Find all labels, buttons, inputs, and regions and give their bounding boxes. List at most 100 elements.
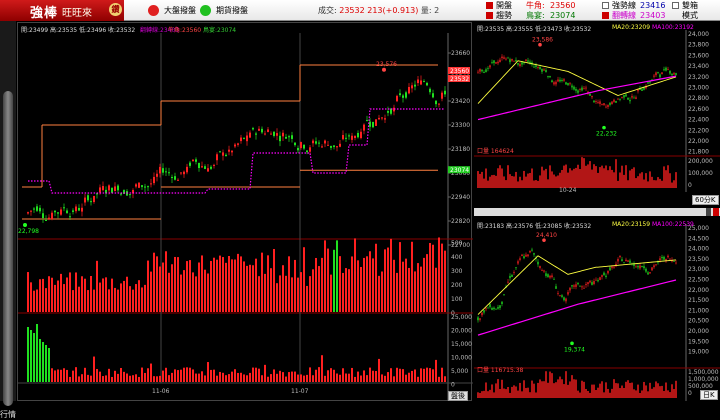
price-tick-label: 21,800 [688, 149, 709, 156]
after-hours-button[interactable]: 盤後 [448, 391, 468, 401]
volume2-bar [333, 369, 335, 382]
candle-body [501, 301, 503, 305]
volume2-bar [252, 367, 254, 382]
candle-body [545, 70, 547, 72]
volume-bar [581, 380, 583, 398]
volume2-bar [249, 372, 251, 382]
volume-bar [66, 277, 68, 312]
candle-body [591, 282, 593, 285]
market-panel-button[interactable]: 大盤撥盤 [148, 3, 196, 18]
strong-line-value: 23416 [640, 1, 666, 10]
flip-line-label: 翻轉線 [612, 11, 636, 20]
candle-body [102, 186, 104, 191]
checkbox-icon[interactable] [602, 2, 609, 9]
checkbox-icon[interactable] [672, 2, 679, 9]
top-toolbar: 強棒 旺旺來 鑽 大盤撥盤 期貨撥盤 成交: 23532 213(+0.913)… [0, 0, 720, 21]
candle-body [551, 80, 553, 83]
candle-body [591, 95, 593, 98]
flip-line [28, 108, 445, 194]
volume2-bar [108, 368, 110, 382]
checkbox-icon[interactable] [486, 2, 493, 9]
volume2-bar [318, 367, 320, 382]
quote-tab[interactable]: 行情 [0, 409, 16, 420]
volume-bar [661, 180, 663, 188]
close-icon[interactable] [713, 208, 719, 216]
volume-bar [135, 284, 137, 312]
candle-body [653, 75, 655, 77]
volume2-bar [336, 373, 338, 382]
candle-body [333, 145, 335, 147]
candle-body [378, 117, 380, 120]
candle-body [255, 133, 257, 135]
horizontal-scrollbar[interactable] [474, 208, 720, 216]
volume-bar [589, 392, 591, 398]
volume-bar [621, 165, 623, 188]
volume2-bar [159, 375, 161, 382]
volume2-bar [330, 368, 332, 382]
volume-bar [519, 382, 521, 398]
volume2-bar [123, 371, 125, 382]
volume-bar [573, 168, 575, 188]
vertical-scrollbar[interactable] [3, 91, 13, 406]
price-tick-label: 23,800 [688, 42, 709, 49]
volume2-bar [216, 375, 218, 382]
candle-body [501, 56, 503, 59]
candle-body [673, 261, 675, 262]
volume-bar [607, 388, 609, 398]
candle-body [36, 206, 38, 211]
volume-bar [545, 168, 547, 188]
futures-panel-button[interactable]: 期貨撥盤 [200, 3, 248, 18]
volume-tick-label: 500,000 [688, 383, 713, 390]
volume2-bar [378, 358, 380, 382]
candle-body [159, 166, 161, 174]
volume2-tick-label: 0 [451, 382, 455, 389]
mode-label: 模式 [682, 11, 698, 20]
volume-bar [593, 384, 595, 398]
volume2-bar [153, 376, 155, 382]
main-candlestick-chart[interactable]: 2366023540234202330023180230602294022820… [18, 23, 473, 402]
volume-bar [228, 256, 230, 312]
volume2-bar [180, 369, 182, 382]
candle-body [671, 73, 673, 76]
candle-body [300, 142, 302, 148]
candle-body [675, 73, 677, 75]
volume-bar [372, 258, 374, 312]
volume2-bar [291, 371, 293, 382]
scroll-left-icon[interactable] [706, 208, 711, 216]
candle-body [627, 260, 629, 262]
volume-bar [605, 165, 607, 188]
hourly-chart[interactable]: 24,000 23,800 23,600 23,400 23,200 23,000 22,8… [474, 22, 720, 192]
candle-body [54, 210, 56, 213]
candle-body [240, 137, 242, 142]
candle-body [607, 105, 609, 107]
daily-chart[interactable]: 25,000 24,500 24,000 23,500 23,000 22,500 22,0… [474, 216, 720, 401]
price-tick-label: 22,000 [688, 287, 709, 294]
volume-bar [491, 384, 493, 398]
main-chart-panel: 開:23499 高:23535 低:23496 收:23532 翻轉線:2340… [17, 22, 473, 402]
dual-box-label: 雙箱 [682, 1, 698, 10]
volume-bar [342, 272, 344, 312]
candle-body [595, 101, 597, 102]
volume-bar [399, 242, 401, 312]
open-label: 開盤 [496, 1, 512, 10]
volume-bar [36, 289, 38, 312]
candle-body [629, 260, 631, 263]
interval-selector[interactable]: 60分K [692, 195, 719, 205]
volume-bar [629, 170, 631, 188]
volume-bar [231, 259, 233, 312]
daily-k-button[interactable]: 日K [700, 390, 718, 400]
volume-bar [601, 165, 603, 188]
volume2-bar [258, 368, 260, 382]
volume-bar [288, 256, 290, 312]
checkbox-icon[interactable] [486, 12, 493, 19]
volume-bar [627, 180, 629, 188]
checkbox-icon[interactable] [602, 12, 609, 19]
candle-body [563, 297, 565, 301]
volume-bar [595, 389, 597, 398]
volume-bar [273, 248, 275, 312]
volume-bar [144, 284, 146, 312]
candle-body [186, 166, 188, 173]
candle-body [246, 135, 248, 142]
candle-body [549, 275, 551, 278]
volume-bar [489, 389, 491, 398]
